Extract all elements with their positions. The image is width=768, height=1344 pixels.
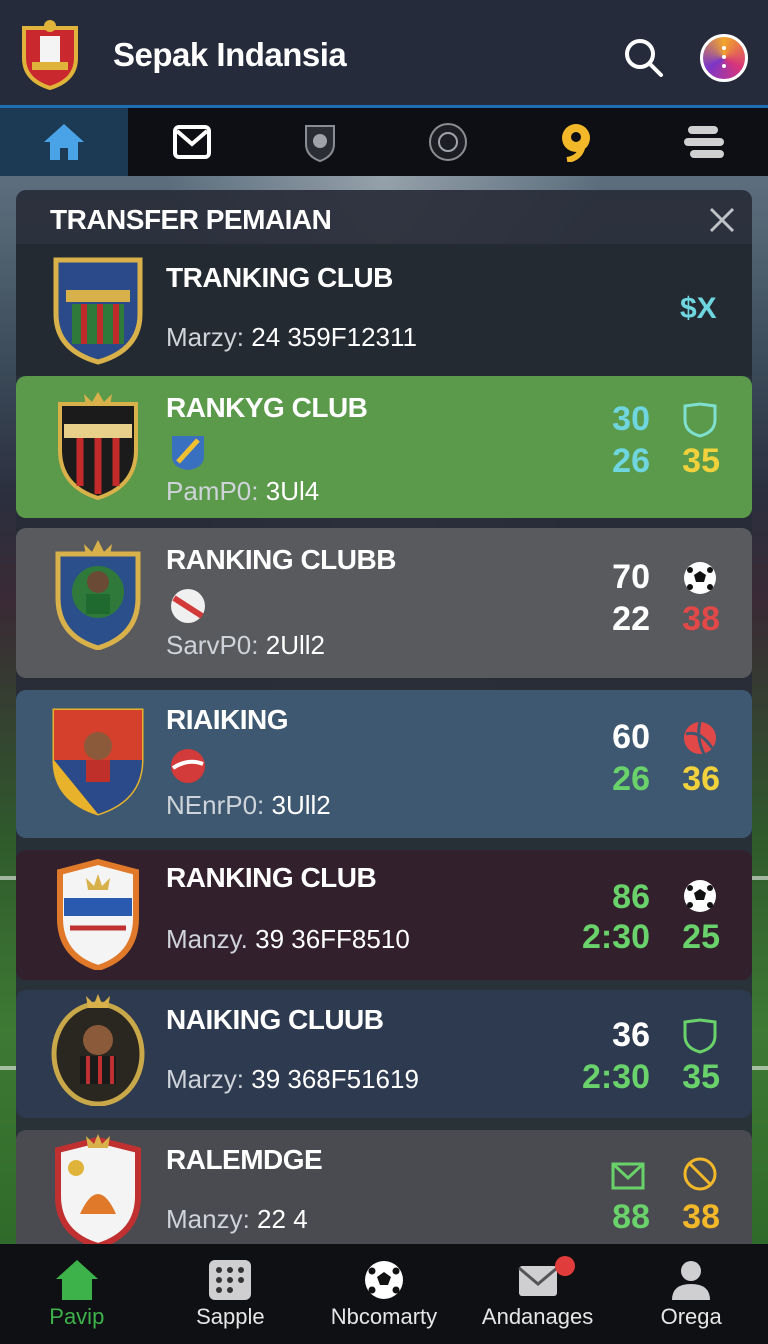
nav-label: Pavip <box>49 1304 105 1329</box>
club-card[interactable]: RANKING CLUB Manzy. 39 36FF8510 86 2:30 … <box>16 850 752 980</box>
club-shield-icon <box>305 125 335 162</box>
grid-icon <box>209 1260 252 1300</box>
club-market-value: Marzy: 24 359F12311 <box>166 322 418 352</box>
club-crest <box>51 994 145 1106</box>
close-icon[interactable] <box>708 206 736 234</box>
nav-item-sapple[interactable]: Sapple <box>154 1244 308 1344</box>
stat-bottom: 88 <box>612 1198 650 1236</box>
mail-icon <box>173 125 211 159</box>
tab-emblem[interactable] <box>384 108 512 176</box>
club-card[interactable]: RALEMDGE Manzy: 22 4 88 38 <box>16 1130 752 1244</box>
stat-right: 25 <box>682 918 720 956</box>
nav-label: Sapple <box>196 1304 265 1329</box>
club-badge-icon <box>171 749 205 783</box>
tab-coins[interactable] <box>512 108 640 176</box>
club-crest <box>52 708 144 816</box>
club-badge-icon <box>172 436 204 470</box>
menu-icon <box>684 126 724 158</box>
soccer-ball-icon <box>684 562 716 594</box>
nav-label: Nbcomarty <box>330 1304 438 1329</box>
stat-right: 35 <box>682 1058 720 1096</box>
profile-button[interactable] <box>700 34 748 82</box>
stat-top: 36 <box>612 1016 650 1054</box>
club-name: NAIKING CLUUB <box>166 1004 384 1035</box>
club-card[interactable]: RANKYG CLUB PamP0: 3Ul4 30 26 35 <box>16 376 752 518</box>
more-vertical-icon <box>722 46 726 70</box>
home-icon <box>55 1260 98 1300</box>
home-icon <box>44 124 84 160</box>
card-tag: $X <box>680 292 717 325</box>
club-card[interactable]: TRANKING CLUB Marzy: 24 359F12311 $X <box>16 244 752 376</box>
club-crest <box>55 1134 141 1244</box>
club-crest <box>55 540 141 650</box>
stat-right: 38 <box>682 600 720 638</box>
app-header: Sepak Indansia <box>0 0 768 108</box>
club-card[interactable]: RANKING CLUBB SarvP0: 2Ull2 70 22 38 <box>16 528 752 678</box>
soccer-ball-icon <box>364 1261 403 1299</box>
club-crest <box>58 392 138 501</box>
top-tab-bar <box>0 108 768 176</box>
tab-menu[interactable] <box>640 108 768 176</box>
panel-title: TRANSFER PEMAIAN <box>50 204 332 235</box>
club-name: RANKING CLUBB <box>166 544 396 575</box>
coin-icon <box>562 124 590 162</box>
club-emblem-icon <box>429 123 467 161</box>
shield-icon <box>683 402 717 438</box>
stat-top: 86 <box>612 878 650 916</box>
club-market-value: Marzy: 39 368F51619 <box>166 1064 419 1094</box>
club-card[interactable]: RIAIKING NEnrP0: 3Ull2 60 26 36 <box>16 690 752 838</box>
stat-bottom: 26 <box>612 760 650 798</box>
club-name: RANKING CLUB <box>166 862 377 893</box>
no-entry-icon <box>683 1157 717 1191</box>
tab-home[interactable] <box>0 108 128 176</box>
mail-icon <box>611 1162 645 1190</box>
stat-right: 38 <box>682 1198 720 1236</box>
nav-item-profile[interactable]: Orega <box>614 1244 768 1344</box>
club-crest <box>53 257 143 365</box>
tab-club[interactable] <box>256 108 384 176</box>
volleyball-icon <box>684 721 716 755</box>
club-name: TRANKING CLUB <box>166 262 393 293</box>
user-icon <box>672 1261 711 1300</box>
club-market-value: NEnrP0: 3Ull2 <box>166 790 331 820</box>
nav-item-home[interactable]: Pavip <box>0 1244 154 1344</box>
club-market-value: PamP0: 3Ul4 <box>166 476 320 506</box>
stat-bottom: 2:30 <box>581 918 650 956</box>
club-name: RIAIKING <box>166 704 289 735</box>
soccer-ball-icon <box>684 880 716 912</box>
transfer-panel: TRANSFER PEMAIAN TRANKING CLUB Marzy: 24… <box>16 190 752 1244</box>
stat-right: 36 <box>682 760 720 798</box>
nav-item-messages[interactable]: Andanages <box>461 1244 615 1344</box>
club-name: RALEMDGE <box>166 1144 323 1175</box>
bottom-navigation: Pavip Sapple Nbcomarty Andanages Orega <box>0 1244 768 1344</box>
stat-right: 35 <box>682 442 720 480</box>
club-market-value: Manzy. 39 36FF8510 <box>166 924 410 954</box>
stat-bottom: 2:30 <box>581 1058 650 1096</box>
nav-label: Orega <box>660 1304 722 1329</box>
club-crest <box>57 858 139 970</box>
club-card[interactable]: NAIKING CLUUB Marzy: 39 368F51619 36 2:3… <box>16 990 752 1118</box>
club-name: RANKYG CLUB <box>166 392 368 423</box>
mail-icon <box>517 1266 558 1296</box>
nav-label: Andanages <box>481 1304 594 1329</box>
club-market-value: SarvP0: 2Ull2 <box>166 630 325 660</box>
stat-top: 30 <box>612 400 650 438</box>
tab-mail[interactable] <box>128 108 256 176</box>
app-logo-icon <box>22 20 78 90</box>
search-icon[interactable] <box>622 36 664 78</box>
club-market-value: Manzy: 22 4 <box>166 1204 308 1234</box>
app-title: Sepak Indansia <box>113 36 347 73</box>
stat-top: 60 <box>612 718 650 756</box>
stat-bottom: 26 <box>612 442 650 480</box>
club-badge-icon <box>171 589 205 623</box>
shield-icon <box>683 1018 717 1054</box>
stat-bottom: 22 <box>612 600 650 638</box>
stat-top: 70 <box>612 558 650 596</box>
nav-item-community[interactable]: Nbcomarty <box>307 1244 461 1344</box>
notification-badge <box>555 1256 575 1276</box>
